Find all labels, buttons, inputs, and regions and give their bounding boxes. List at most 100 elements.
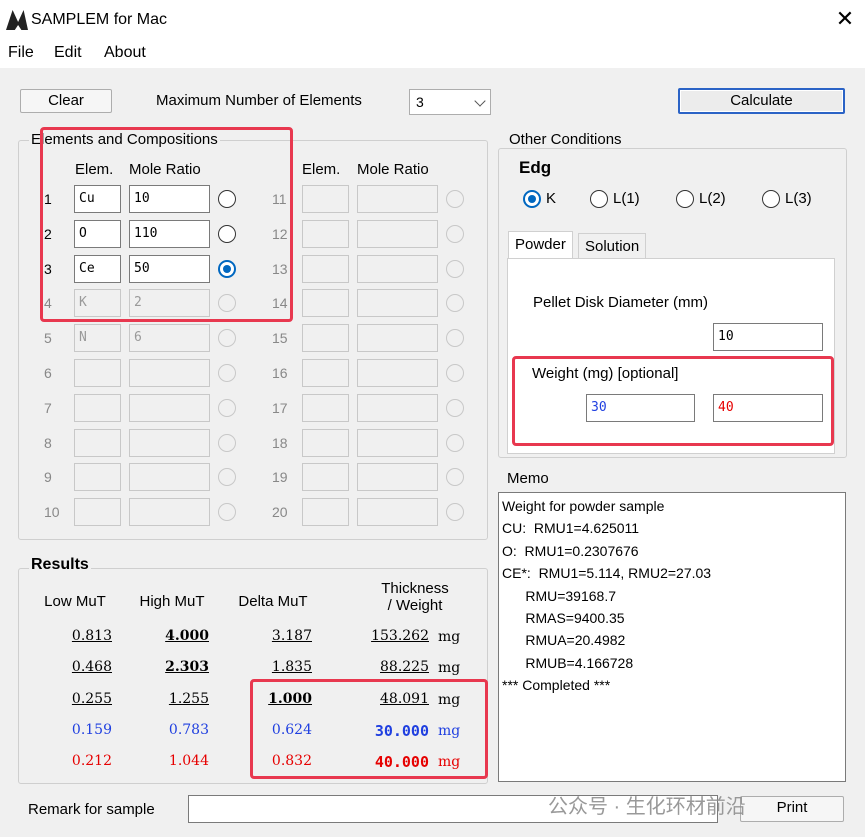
memo-line: CU: RMU1=4.625011 (502, 520, 640, 537)
mole-ratio-input (357, 219, 438, 248)
mole-ratio-input (357, 254, 438, 283)
result-high-cell: 1.255 (168, 691, 209, 707)
header-thickness: Thickness (381, 580, 449, 597)
mole-ratio-input (357, 289, 438, 318)
mole-ratio-input (129, 359, 210, 387)
pellet-diameter-input[interactable]: 10 (713, 323, 823, 351)
edge-radio[interactable] (523, 190, 541, 208)
mole-ratio-input (129, 428, 210, 457)
menu-about[interactable]: About (104, 44, 146, 62)
header-low-mut: Low MuT (44, 593, 106, 610)
mole-ratio-input (129, 393, 210, 422)
element-input (302, 254, 349, 283)
memo-label: Memo (507, 470, 549, 487)
mole-ratio-input (357, 498, 438, 527)
highlight-box-results (250, 679, 488, 779)
edge-radio-label: L(3) (785, 190, 812, 207)
result-high-cell: 0.783 (168, 722, 209, 738)
row-select-radio (218, 398, 236, 417)
element-input (74, 359, 121, 387)
row-select-radio (446, 364, 464, 382)
element-input (74, 428, 121, 457)
memo-line: RMAS=9400.35 (502, 610, 625, 627)
result-high-cell: 1.044 (168, 753, 209, 769)
close-icon[interactable]: ✕ (831, 6, 859, 32)
tab-solution[interactable]: Solution (578, 233, 647, 260)
row-index: 8 (44, 434, 52, 451)
tab-powder[interactable]: Powder (508, 231, 573, 258)
menu-file[interactable]: File (8, 44, 34, 62)
row-index: 17 (272, 399, 288, 416)
pellet-diameter-label: Pellet Disk Diameter (mm) (533, 294, 709, 311)
row-index: 7 (44, 399, 52, 416)
header-weight: / Weight (387, 597, 443, 614)
result-low-cell: 0.813 (71, 628, 112, 644)
edge-radio[interactable] (676, 190, 694, 208)
memo-text[interactable]: Weight for powder sample CU: RMU1=4.62501… (498, 492, 846, 782)
row-index: 6 (44, 365, 52, 381)
mole-ratio-input (357, 428, 438, 457)
other-conditions-label: Other Conditions (507, 131, 624, 148)
memo-line: Weight for powder sample (502, 498, 665, 514)
memo-line: O: RMU1=0.2307676 (502, 542, 639, 559)
row-select-radio (218, 433, 236, 452)
row-index: 15 (272, 330, 288, 347)
col-elem-header-2: Elem. (302, 161, 341, 178)
results-label: Results (29, 556, 91, 574)
header-delta-mut: Delta MuT (238, 593, 308, 610)
row-index: 5 (44, 330, 52, 347)
row-select-radio (446, 224, 464, 243)
result-low-cell: 0.159 (71, 722, 112, 738)
row-index: 16 (272, 365, 288, 381)
edge-radio[interactable] (590, 190, 608, 208)
mole-ratio-input (357, 185, 438, 213)
result-low-cell: 0.212 (71, 753, 112, 769)
element-input: N (74, 324, 121, 353)
col-ratio-header-2: Mole Ratio (357, 161, 429, 178)
watermark-text: 公众号 · 生化环材前沿 (548, 796, 746, 818)
remark-label: Remark for sample (28, 801, 155, 818)
edge-radio[interactable] (762, 190, 780, 208)
menu-edit[interactable]: Edit (54, 44, 82, 62)
mole-ratio-input (129, 463, 210, 492)
edge-radio-label: K (546, 190, 557, 207)
header-high-mut: High MuT (139, 593, 205, 610)
element-input (302, 289, 349, 318)
element-input (302, 219, 349, 248)
unit-label: mg (438, 629, 461, 645)
memo-line: CE*: RMU1=5.114, RMU2=27.03 (502, 565, 712, 582)
max-elements-value: 3 (416, 94, 424, 110)
element-input (302, 185, 349, 213)
mole-ratio-input (357, 324, 438, 353)
row-index: 20 (272, 504, 288, 521)
print-button[interactable]: Print (740, 796, 844, 822)
result-thick-cell: 153.262 (371, 628, 429, 644)
element-input (302, 498, 349, 527)
window-title: SAMPLEM for Mac (31, 11, 168, 28)
result-delta-cell: 1.835 (271, 659, 312, 675)
row-index: 18 (272, 434, 288, 451)
highlight-box-weight (512, 356, 834, 446)
clear-button[interactable]: Clear (20, 89, 112, 113)
mole-ratio-input (357, 463, 438, 492)
max-elements-label: Maximum Number of Elements (156, 92, 362, 109)
element-input (74, 393, 121, 422)
result-delta-cell: 3.187 (271, 628, 312, 644)
memo-line: RMU=39168.7 (502, 587, 617, 604)
element-input (302, 393, 349, 422)
mole-ratio-input (357, 359, 438, 387)
edge-radio-label: L(1) (613, 190, 640, 207)
edge-label: Edg (519, 158, 552, 177)
row-index: 10 (44, 504, 60, 521)
calculate-button[interactable]: Calculate (678, 88, 845, 114)
row-select-radio (446, 433, 464, 452)
result-thick-cell: 88.225 (380, 659, 429, 675)
max-elements-select[interactable]: 3 (409, 89, 491, 115)
element-input (74, 463, 121, 492)
row-select-radio (446, 190, 464, 208)
element-input (302, 359, 349, 387)
mole-ratio-input: 6 (129, 324, 210, 353)
mole-ratio-input (129, 498, 210, 527)
result-low-cell: 0.255 (71, 691, 112, 707)
result-low-cell: 0.468 (71, 659, 112, 675)
